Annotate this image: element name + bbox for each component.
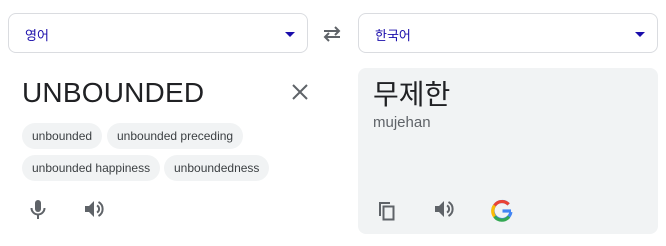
translation-panel: 무제한 mujehan <box>358 68 658 234</box>
suggestion-chip[interactable]: unbounded happiness <box>22 155 161 181</box>
suggestion-chip[interactable]: unbounded preceding <box>107 123 244 149</box>
speaker-icon <box>435 201 454 217</box>
google-logo-icon <box>491 199 513 222</box>
speaker-icon <box>85 201 104 217</box>
listen-translation-button[interactable] <box>430 195 458 223</box>
google-search-button[interactable] <box>488 197 516 225</box>
suggestion-chip[interactable]: unboundedness <box>164 155 270 181</box>
source-text-input[interactable]: UNBOUNDED <box>22 77 204 109</box>
transliteration-text: mujehan <box>373 114 431 131</box>
target-language-select[interactable]: 한국어 <box>358 13 658 53</box>
source-language-select[interactable]: 영어 <box>8 13 308 53</box>
listen-source-button[interactable] <box>80 195 108 223</box>
chevron-down-icon <box>285 32 295 37</box>
copy-translation-button[interactable] <box>373 197 401 225</box>
clear-button[interactable] <box>289 81 311 103</box>
source-language-label: 영어 <box>25 29 49 44</box>
translation-text: 무제한 <box>373 78 451 111</box>
suggestion-chip[interactable]: unbounded <box>22 123 103 149</box>
chevron-down-icon <box>635 32 645 37</box>
microphone-icon <box>30 200 46 219</box>
clear-icon <box>292 84 308 100</box>
copy-icon <box>379 202 395 221</box>
voice-input-button[interactable] <box>24 195 52 223</box>
swap-languages-icon <box>323 26 341 42</box>
target-language-label: 한국어 <box>375 29 411 44</box>
swap-languages-button[interactable] <box>319 22 345 46</box>
